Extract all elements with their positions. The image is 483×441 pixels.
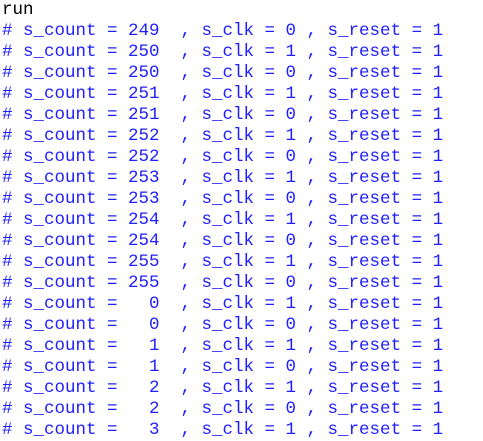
log-line: # s_count = 0 , s_clk = 1 , s_reset = 1: [2, 294, 444, 314]
command-line: run: [2, 0, 34, 20]
log-line: # s_count = 250 , s_clk = 0 , s_reset = …: [2, 63, 444, 83]
log-line: # s_count = 252 , s_clk = 1 , s_reset = …: [2, 126, 444, 146]
log-line: # s_count = 2 , s_clk = 0 , s_reset = 1: [2, 399, 444, 419]
log-line: # s_count = 249 , s_clk = 0 , s_reset = …: [2, 21, 444, 41]
log-line: # s_count = 253 , s_clk = 0 , s_reset = …: [2, 189, 444, 209]
log-line: # s_count = 3 , s_clk = 1 , s_reset = 1: [2, 420, 444, 440]
log-line: # s_count = 255 , s_clk = 0 , s_reset = …: [2, 273, 444, 293]
log-line: # s_count = 251 , s_clk = 1 , s_reset = …: [2, 84, 444, 104]
log-line: # s_count = 253 , s_clk = 1 , s_reset = …: [2, 168, 444, 188]
log-line: # s_count = 251 , s_clk = 0 , s_reset = …: [2, 105, 444, 125]
log-line: # s_count = 252 , s_clk = 0 , s_reset = …: [2, 147, 444, 167]
log-line: # s_count = 2 , s_clk = 1 , s_reset = 1: [2, 378, 444, 398]
log-line: # s_count = 250 , s_clk = 1 , s_reset = …: [2, 42, 444, 62]
log-line: # s_count = 0 , s_clk = 0 , s_reset = 1: [2, 315, 444, 335]
transcript-console[interactable]: run # s_count = 249 , s_clk = 0 , s_rese…: [0, 0, 483, 440]
log-line: # s_count = 254 , s_clk = 1 , s_reset = …: [2, 210, 444, 230]
log-line: # s_count = 1 , s_clk = 1 , s_reset = 1: [2, 336, 444, 356]
log-line: # s_count = 255 , s_clk = 1 , s_reset = …: [2, 252, 444, 272]
log-line: # s_count = 1 , s_clk = 0 , s_reset = 1: [2, 357, 444, 377]
log-line: # s_count = 254 , s_clk = 0 , s_reset = …: [2, 231, 444, 251]
